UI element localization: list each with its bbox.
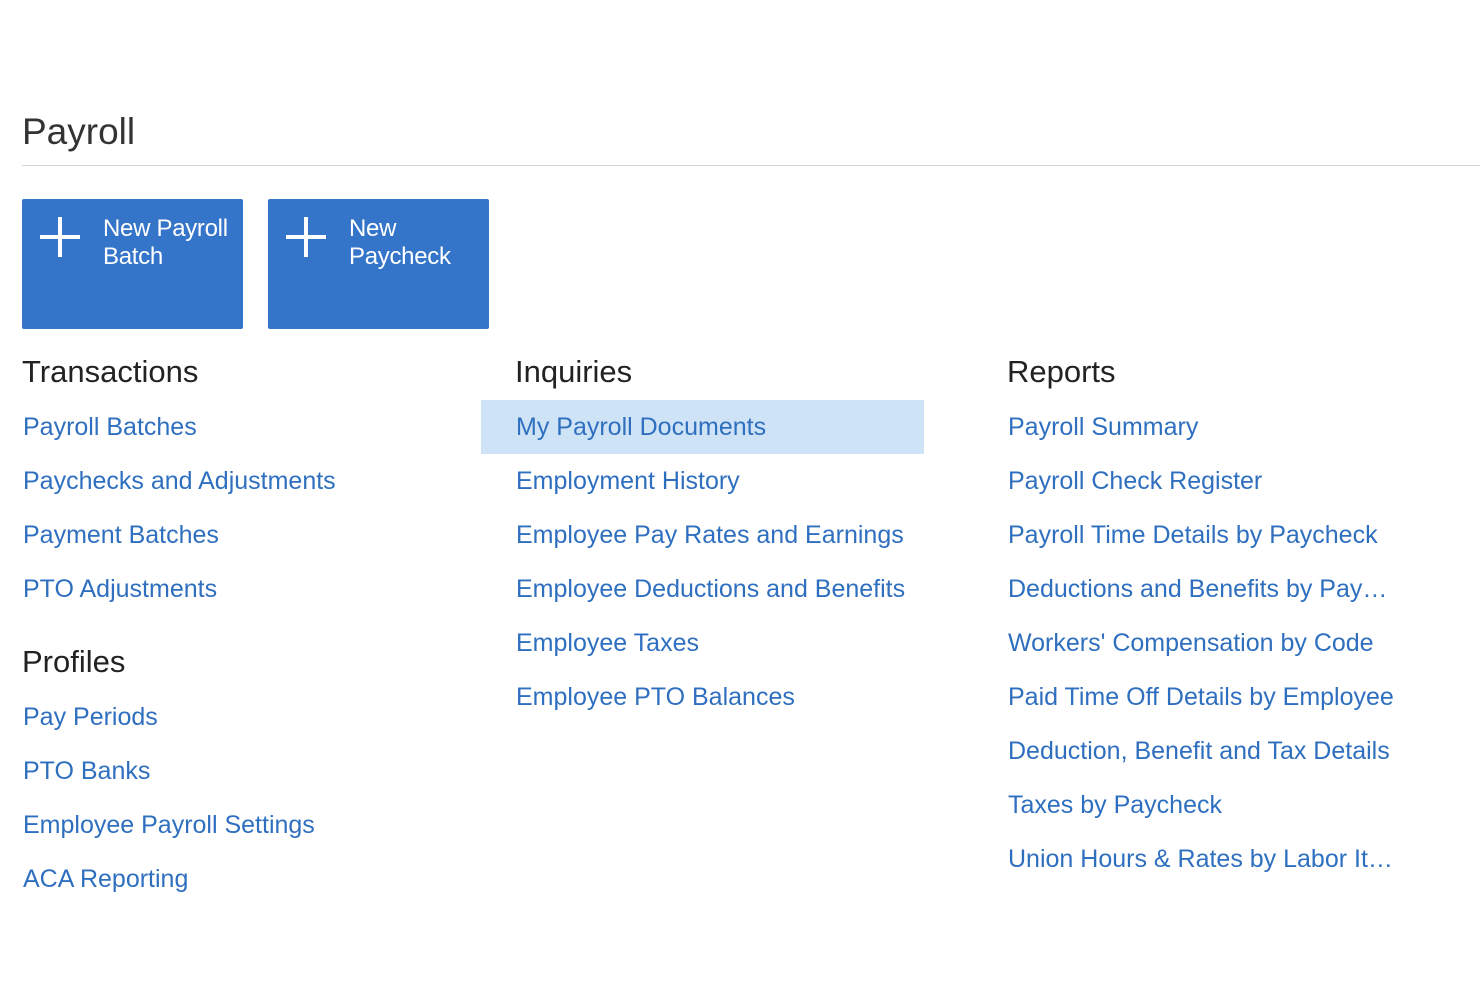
- title-divider: [22, 165, 1480, 166]
- link-paid-time-off-details-by-employee[interactable]: Paid Time Off Details by Employee: [1007, 670, 1413, 724]
- profiles-list: Pay Periods PTO Banks Employee Payroll S…: [22, 690, 472, 906]
- link-employment-history[interactable]: Employment History: [481, 454, 961, 508]
- link-workers-compensation-by-code[interactable]: Workers' Compensation by Code: [1007, 616, 1413, 670]
- link-employee-pay-rates-and-earnings[interactable]: Employee Pay Rates and Earnings: [481, 508, 961, 562]
- link-paychecks-and-adjustments[interactable]: Paychecks and Adjustments: [22, 454, 472, 508]
- link-my-payroll-documents[interactable]: My Payroll Documents: [481, 400, 924, 454]
- link-taxes-by-paycheck[interactable]: Taxes by Paycheck: [1007, 778, 1413, 832]
- inquiries-column: Inquiries My Payroll Documents Employmen…: [481, 350, 961, 724]
- transactions-profiles-column: Transactions Payroll Batches Paychecks a…: [22, 350, 472, 906]
- inquiries-heading: Inquiries: [515, 354, 633, 389]
- link-employee-taxes[interactable]: Employee Taxes: [481, 616, 961, 670]
- new-payroll-batch-tile[interactable]: New Payroll Batch: [22, 199, 243, 329]
- link-payroll-batches[interactable]: Payroll Batches: [22, 400, 472, 454]
- plus-icon: [286, 217, 326, 257]
- transactions-heading: Transactions: [22, 354, 199, 389]
- tile-label: New Payroll Batch: [103, 215, 228, 270]
- link-deduction-benefit-and-tax-details[interactable]: Deduction, Benefit and Tax Details: [1007, 724, 1413, 778]
- link-pay-periods[interactable]: Pay Periods: [22, 690, 472, 744]
- link-aca-reporting[interactable]: ACA Reporting: [22, 852, 472, 906]
- link-employee-pto-balances[interactable]: Employee PTO Balances: [481, 670, 961, 724]
- tile-label: New Paycheck: [349, 215, 451, 270]
- plus-icon: [40, 217, 80, 257]
- link-employee-payroll-settings[interactable]: Employee Payroll Settings: [22, 798, 472, 852]
- link-payroll-time-details-by-paycheck[interactable]: Payroll Time Details by Paycheck: [1007, 508, 1413, 562]
- new-paycheck-tile[interactable]: New Paycheck: [268, 199, 489, 329]
- reports-heading: Reports: [1007, 354, 1116, 389]
- link-payment-batches[interactable]: Payment Batches: [22, 508, 472, 562]
- link-pto-adjustments[interactable]: PTO Adjustments: [22, 562, 472, 616]
- page-title: Payroll: [22, 111, 136, 152]
- link-payroll-check-register[interactable]: Payroll Check Register: [1007, 454, 1413, 508]
- transactions-list: Payroll Batches Paychecks and Adjustment…: [22, 400, 472, 616]
- reports-list: Payroll Summary Payroll Check Register P…: [1007, 400, 1467, 886]
- link-pto-banks[interactable]: PTO Banks: [22, 744, 472, 798]
- profiles-heading: Profiles: [22, 644, 126, 679]
- link-employee-deductions-and-benefits[interactable]: Employee Deductions and Benefits: [481, 562, 961, 616]
- payroll-workspace: Payroll New Payroll Batch New Paycheck T…: [0, 0, 1480, 987]
- link-union-hours-rates-by-labor-item[interactable]: Union Hours & Rates by Labor It…: [1007, 832, 1413, 886]
- reports-column: Reports Payroll Summary Payroll Check Re…: [1007, 350, 1467, 886]
- link-payroll-summary[interactable]: Payroll Summary: [1007, 400, 1413, 454]
- inquiries-list: My Payroll Documents Employment History …: [481, 400, 961, 724]
- link-deductions-and-benefits-by-paycheck[interactable]: Deductions and Benefits by Pay…: [1007, 562, 1413, 616]
